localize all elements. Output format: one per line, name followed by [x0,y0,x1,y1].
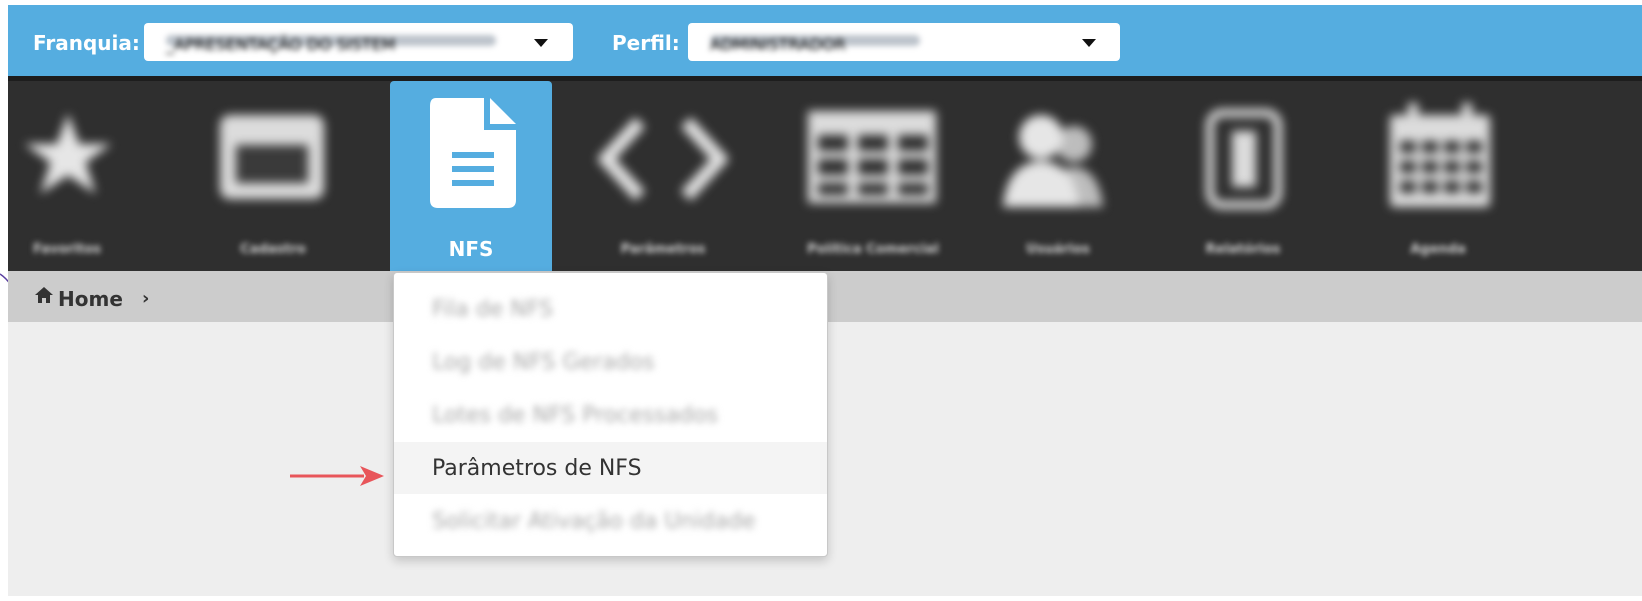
report-icon [1206,109,1282,209]
nav-item-politica-comercial[interactable]: Política Comercial [778,81,968,271]
nav-item-usuarios[interactable]: Usuários [993,81,1123,271]
breadcrumb-home-link[interactable]: Home [58,287,123,311]
chevron-down-icon [534,39,548,47]
menu-item-log-nfs[interactable]: Log de NFS Gerados [394,336,827,388]
nav-label: Política Comercial [807,242,939,257]
window-icon [220,115,324,199]
menu-item-solicitar-ativacao[interactable]: Solicitar Ativação da Unidade [394,495,827,547]
franquia-value: _APRESENTAÇÃO DO SISTEM [166,35,496,54]
document-icon [430,98,516,208]
annotation-arrow-icon [290,466,384,486]
nav-label: Parâmetros [620,242,706,257]
nav-label: Agenda [1410,242,1466,257]
perfil-label: Perfil: [612,31,680,55]
nav-item-parametros[interactable]: Parâmetros [588,81,738,271]
nav-item-relatorios[interactable]: Relatórios [1178,81,1308,271]
nav-label: Cadastro [240,242,306,257]
nav-item-agenda[interactable]: Agenda [1368,81,1508,271]
menu-item-label: Fila de NFS [432,297,553,322]
menu-item-label: Parâmetros de NFS [432,456,642,481]
breadcrumb-separator: › [142,288,150,309]
main-nav: Favoritos Cadastro NFS Parâmetros Políti… [8,76,1642,271]
nav-item-nfs[interactable]: NFS [390,81,552,271]
star-icon [24,113,112,194]
nav-label: Usuários [1026,242,1090,257]
nav-item-favoritos[interactable]: Favoritos [8,81,126,271]
perfil-select[interactable]: ADMINISTRADOR [688,23,1120,61]
top-bar: Franquia: _APRESENTAÇÃO DO SISTEM Perfil… [8,5,1642,76]
users-icon [1003,115,1103,207]
chevron-down-icon [1082,39,1096,47]
nav-label: NFS [448,237,494,261]
franquia-label: Franquia: [33,31,140,55]
menu-item-label: Lotes de NFS Processados [432,403,718,428]
calendar-icon [1390,103,1490,207]
code-icon [598,117,728,201]
table-icon [808,111,936,203]
nav-label: Favoritos [32,242,102,257]
menu-item-label: Solicitar Ativação da Unidade [432,509,756,534]
franquia-select[interactable]: _APRESENTAÇÃO DO SISTEM [144,23,573,61]
app-window: Franquia: _APRESENTAÇÃO DO SISTEM Perfil… [8,5,1642,596]
home-icon [35,287,53,303]
menu-item-parametros-nfs[interactable]: Parâmetros de NFS [394,442,827,494]
nav-label: Relatórios [1205,242,1281,257]
perfil-value: ADMINISTRADOR [710,35,920,54]
nav-item-cadastro[interactable]: Cadastro [198,81,348,271]
menu-item-fila-nfs[interactable]: Fila de NFS [394,283,827,335]
nfs-dropdown-menu: Fila de NFS Log de NFS Gerados Lotes de … [393,272,828,557]
menu-item-lotes-nfs[interactable]: Lotes de NFS Processados [394,389,827,441]
menu-item-label: Log de NFS Gerados [432,350,655,375]
